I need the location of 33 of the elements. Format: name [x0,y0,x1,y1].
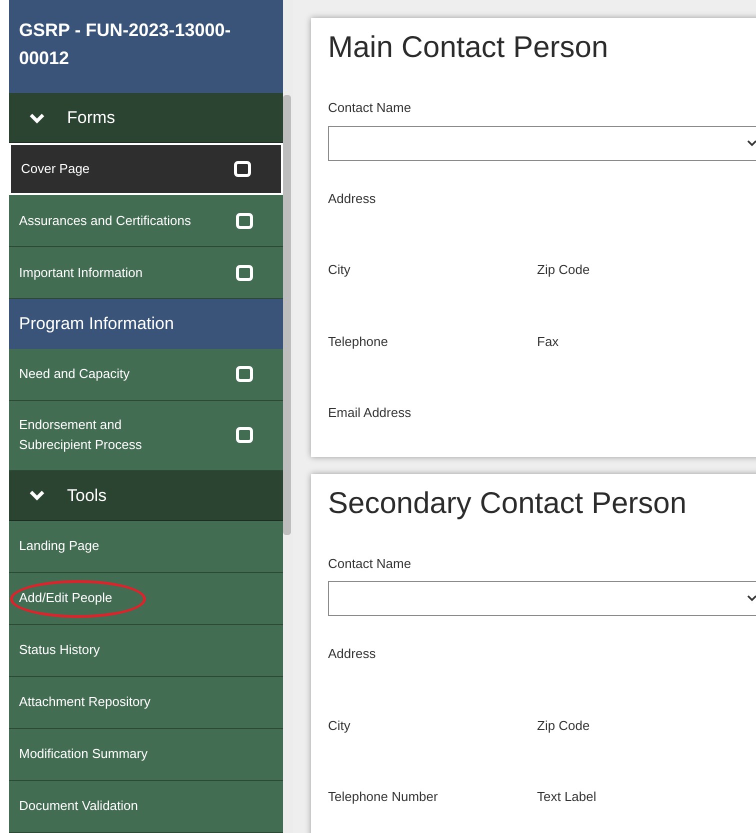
field-label: City [328,261,352,279]
checkbox[interactable] [236,264,253,281]
field-label: Telephone [328,332,389,351]
scrollbar-thumb[interactable] [283,95,291,535]
field-label: Zip Code [537,261,591,279]
field-label: Email Address [328,404,412,422]
field-label: Contact Name [328,554,412,572]
field-label: Text Label [537,788,598,806]
section-heading: Program Information [9,299,283,349]
checkbox[interactable] [234,161,251,178]
chevron-icon [29,112,45,124]
field-label: City [328,716,352,735]
card-title: Main Contact Person [328,30,610,66]
sidebar-title: GSRP - FUN-2023-13000-00012 [9,0,283,93]
checkbox[interactable] [236,366,253,382]
checkbox[interactable] [236,212,253,229]
field-label: Zip Code [537,716,591,735]
checkbox[interactable] [236,427,253,444]
contact-name-select[interactable] [328,126,756,160]
field-label: Fax [537,332,560,350]
card-title: Secondary Contact Person [328,486,688,522]
field-label: Contact Name [328,99,412,117]
field-label: Address [328,190,377,208]
chevron-icon [29,489,45,502]
chevron-down-icon [747,140,756,146]
section-toggle[interactable]: Forms [9,93,283,144]
chevron-down-icon [747,595,756,602]
section-toggle[interactable]: Tools [9,470,283,521]
contact-name-select[interactable] [328,581,756,616]
nav-item[interactable]: Cover Page [9,143,283,196]
field-label: Address [328,645,377,663]
field-label: Telephone Number [328,788,439,806]
scrollbar[interactable] [283,0,293,833]
